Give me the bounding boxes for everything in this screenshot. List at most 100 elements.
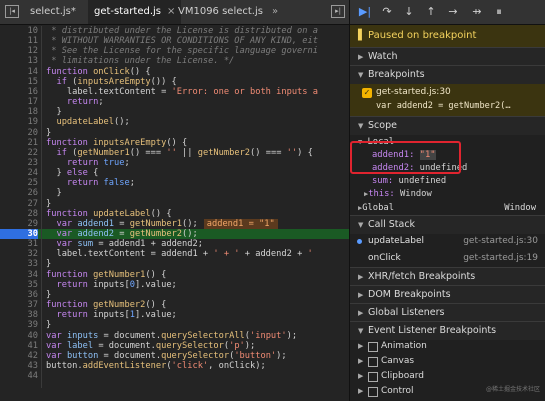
- code-line[interactable]: 13 * limitations under the License. */: [0, 56, 349, 66]
- line-number[interactable]: 11: [0, 36, 38, 46]
- resume-icon[interactable]: ▶|: [358, 5, 372, 19]
- code-line[interactable]: 22 if (getNumber1() === '' || getNumber2…: [0, 148, 349, 158]
- checkbox-checked-icon[interactable]: ✓: [362, 88, 372, 98]
- event-listener-breakpoints-section[interactable]: ▼ Event Listener Breakpoints: [350, 321, 545, 340]
- code-line[interactable]: 36}: [0, 290, 349, 300]
- breakpoints-section[interactable]: ▼ Breakpoints: [350, 65, 545, 84]
- line-number[interactable]: 31: [0, 239, 38, 249]
- more-tabs-icon[interactable]: »: [272, 0, 278, 24]
- call-frame-onclick[interactable]: onClick get-started.js:19: [350, 250, 545, 266]
- line-number[interactable]: 25: [0, 178, 38, 188]
- scope-var-this[interactable]: ▶this: Window: [364, 189, 432, 199]
- global-listeners-section[interactable]: ▶ Global Listeners: [350, 303, 545, 322]
- line-number[interactable]: 26: [0, 188, 38, 198]
- event-clipboard[interactable]: ▶ Clipboard: [350, 369, 545, 384]
- line-number[interactable]: 22: [0, 148, 38, 158]
- step-over-icon[interactable]: ↷: [380, 5, 394, 19]
- line-number[interactable]: 38: [0, 310, 38, 320]
- line-number[interactable]: 18: [0, 107, 38, 117]
- code-line[interactable]: 18 }: [0, 107, 349, 117]
- line-number[interactable]: 35: [0, 280, 38, 290]
- line-number[interactable]: 33: [0, 259, 38, 269]
- line-number[interactable]: 21: [0, 138, 38, 148]
- checkbox[interactable]: [368, 342, 378, 352]
- checkbox[interactable]: [368, 372, 378, 382]
- code-line[interactable]: 20}: [0, 128, 349, 138]
- tab-get-started-js[interactable]: get-started.js ×: [88, 0, 182, 24]
- step-into-icon[interactable]: ↓: [402, 5, 416, 19]
- line-number[interactable]: 23: [0, 158, 38, 168]
- code-line[interactable]: 29 var addend1 = getNumber1(); addend1 = …: [0, 218, 349, 229]
- line-number[interactable]: 24: [0, 168, 38, 178]
- line-number[interactable]: 43: [0, 361, 38, 371]
- call-frame-update-label[interactable]: updateLabel get-started.js:30: [350, 233, 545, 249]
- line-number[interactable]: 14: [0, 67, 38, 77]
- line-number[interactable]: 28: [0, 209, 38, 219]
- pause-on-exceptions-icon[interactable]: ⏸: [492, 5, 506, 19]
- line-number[interactable]: 19: [0, 117, 38, 127]
- line-number[interactable]: 41: [0, 341, 38, 351]
- code-line[interactable]: 34 function getNumber1() {: [0, 270, 349, 280]
- line-number[interactable]: 13: [0, 56, 38, 66]
- code-line[interactable]: 31 var sum = addend1 + addend2;: [0, 239, 349, 249]
- code-line[interactable]: 11 * WITHOUT WARRANTIES OR CONDITIONS OF…: [0, 36, 349, 46]
- global-scope[interactable]: ▶Global: [358, 203, 394, 213]
- toggle-debugger-icon[interactable]: ▸|: [331, 5, 345, 18]
- code-line[interactable]: 44: [0, 371, 349, 381]
- line-number[interactable]: 27: [0, 199, 38, 209]
- line-number[interactable]: 37: [0, 300, 38, 310]
- step-out-icon[interactable]: ↑: [424, 5, 438, 19]
- line-number[interactable]: 16: [0, 87, 38, 97]
- line-number[interactable]: 44: [0, 371, 38, 381]
- line-number[interactable]: 20: [0, 128, 38, 138]
- breakpoint-item[interactable]: ✓ get-started.js:30 var addend2 = getNum…: [350, 84, 545, 116]
- code-line[interactable]: 14 function onClick() {: [0, 67, 349, 77]
- line-number[interactable]: 39: [0, 320, 38, 330]
- line-number[interactable]: 29: [0, 219, 38, 229]
- code-line[interactable]: 26 }: [0, 188, 349, 198]
- dom-breakpoints-section[interactable]: ▶ DOM Breakpoints: [350, 285, 545, 304]
- code-line[interactable]: 38 return inputs[1].value;: [0, 310, 349, 320]
- code-line[interactable]: 41 var label = document.querySelector('p'…: [0, 341, 349, 351]
- event-animation[interactable]: ▶ Animation: [350, 339, 545, 354]
- code-line[interactable]: 10 * distributed under the License is di…: [0, 26, 349, 36]
- tab-vm1096-select-js[interactable]: VM1096 select.js: [172, 0, 269, 24]
- code-line[interactable]: 25 return false;: [0, 178, 349, 188]
- line-number[interactable]: 10: [0, 26, 38, 36]
- line-number[interactable]: 17: [0, 97, 38, 107]
- xhr-breakpoints-section[interactable]: ▶ XHR/fetch Breakpoints: [350, 267, 545, 286]
- call-stack-section[interactable]: ▼ Call Stack: [350, 215, 545, 234]
- line-number[interactable]: 40: [0, 331, 38, 341]
- scope-var-sum[interactable]: sum: undefined: [372, 176, 446, 186]
- code-line[interactable]: 32 label.textContent = addend1 + ' + ' +…: [0, 249, 349, 259]
- checkbox[interactable]: [368, 387, 378, 397]
- checkbox[interactable]: [368, 357, 378, 367]
- tab-select-js[interactable]: select.js*: [24, 0, 82, 24]
- code-line[interactable]: 39}: [0, 320, 349, 330]
- code-line[interactable]: 21 function inputsAreEmpty() {: [0, 138, 349, 148]
- code-line[interactable]: 15 if (inputsAreEmpty()) {: [0, 77, 349, 87]
- code-line[interactable]: 33}: [0, 259, 349, 269]
- deactivate-breakpoints-icon[interactable]: ⇸: [470, 5, 484, 19]
- line-number[interactable]: 42: [0, 351, 38, 361]
- line-number[interactable]: 15: [0, 77, 38, 87]
- step-icon[interactable]: →: [446, 5, 460, 19]
- code-line[interactable]: 40 var inputs = document.querySelectorAll…: [0, 331, 349, 341]
- watch-section[interactable]: ▶ Watch: [350, 47, 545, 66]
- event-canvas[interactable]: ▶ Canvas: [350, 354, 545, 369]
- code-line[interactable]: 35 return inputs[0].value;: [0, 280, 349, 290]
- code-line[interactable]: 24 } else {: [0, 168, 349, 178]
- code-line[interactable]: 43 button.addEventListener('click', onCli…: [0, 361, 349, 371]
- scope-section[interactable]: ▼ Scope: [350, 116, 545, 135]
- toggle-navigator-icon[interactable]: |◂: [5, 5, 19, 18]
- code-line[interactable]: 27}: [0, 199, 349, 209]
- line-number[interactable]: 30: [0, 229, 38, 240]
- code-line[interactable]: 16 label.textContent = 'Error: one or bo…: [0, 87, 349, 97]
- line-number[interactable]: 36: [0, 290, 38, 300]
- code-line[interactable]: 37 function getNumber2() {: [0, 300, 349, 310]
- line-number[interactable]: 34: [0, 270, 38, 280]
- line-number[interactable]: 32: [0, 249, 38, 259]
- code-line[interactable]: 12 * See the License for the specific la…: [0, 46, 349, 56]
- code-line[interactable]: 19 updateLabel();: [0, 117, 349, 127]
- code-line[interactable]: 42 var button = document.querySelector('b…: [0, 351, 349, 361]
